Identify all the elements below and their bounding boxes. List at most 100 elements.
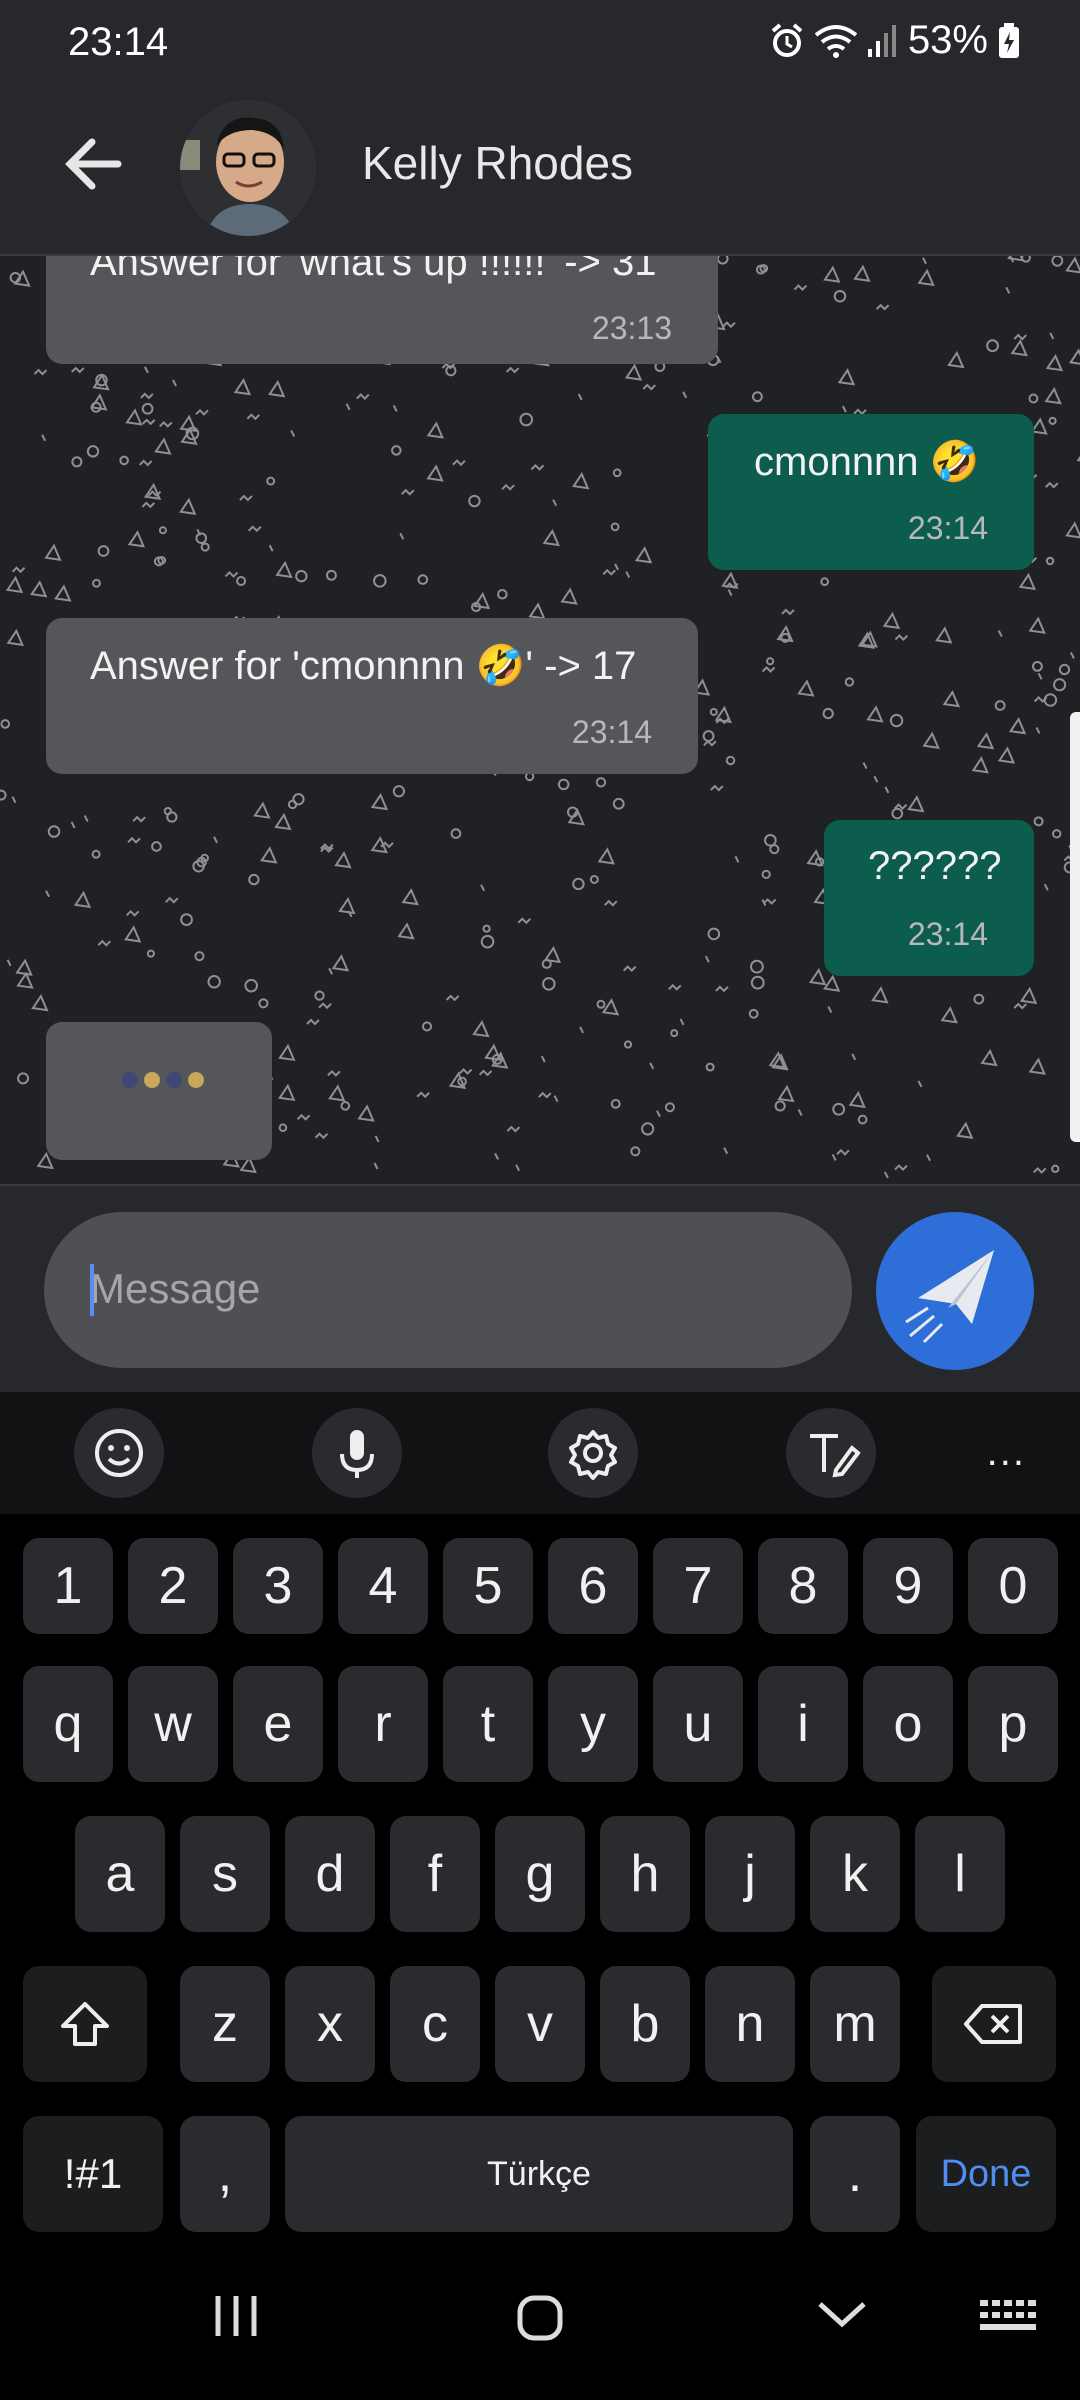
key-8[interactable]: 8 bbox=[758, 1538, 848, 1634]
shift-icon bbox=[61, 2002, 109, 2046]
key-a[interactable]: a bbox=[75, 1816, 165, 1932]
key-s[interactable]: s bbox=[180, 1816, 270, 1932]
voice-input-button[interactable] bbox=[312, 1408, 402, 1498]
message-time: 23:14 bbox=[907, 510, 988, 546]
key-w[interactable]: w bbox=[128, 1666, 218, 1782]
period-key[interactable]: . bbox=[810, 2116, 900, 2232]
message-input-container[interactable] bbox=[44, 1212, 852, 1368]
key-n[interactable]: n bbox=[705, 1966, 795, 2082]
pattern-doodle bbox=[6, 628, 25, 647]
contact-name[interactable]: Kelly Rhodes bbox=[362, 136, 633, 190]
backspace-key[interactable] bbox=[932, 1966, 1056, 2082]
pattern-doodle bbox=[833, 289, 847, 303]
message-input[interactable] bbox=[88, 1258, 792, 1320]
pattern-doodle bbox=[195, 532, 208, 544]
space-key[interactable]: Türkçe bbox=[285, 2116, 793, 2232]
keyboard-settings-button[interactable] bbox=[548, 1408, 638, 1498]
pattern-doodle bbox=[11, 566, 26, 574]
pattern-doodle bbox=[144, 366, 149, 374]
key-l[interactable]: l bbox=[915, 1816, 1005, 1932]
key-z[interactable]: z bbox=[180, 1966, 270, 2082]
pattern-doodle bbox=[774, 1100, 786, 1112]
chat-area[interactable]: Answer for 'what's up !!!!!!' -> 31 23:1… bbox=[0, 256, 1080, 1184]
recent-apps-icon[interactable] bbox=[206, 2288, 266, 2344]
key-d[interactable]: d bbox=[285, 1816, 375, 1932]
pattern-doodle bbox=[540, 1055, 546, 1063]
done-key[interactable]: Done bbox=[916, 2116, 1056, 2232]
key-6[interactable]: 6 bbox=[548, 1538, 638, 1634]
pattern-doodle bbox=[73, 890, 92, 909]
key-x[interactable]: x bbox=[285, 1966, 375, 2082]
emoji-button[interactable] bbox=[74, 1408, 164, 1498]
key-2[interactable]: 2 bbox=[128, 1538, 218, 1634]
key-5[interactable]: 5 bbox=[443, 1538, 533, 1634]
key-f[interactable]: f bbox=[390, 1816, 480, 1932]
hide-keyboard-icon[interactable] bbox=[812, 2294, 872, 2334]
key-i[interactable]: i bbox=[758, 1666, 848, 1782]
key-4[interactable]: 4 bbox=[338, 1538, 428, 1634]
comma-key[interactable]: , bbox=[180, 2116, 270, 2232]
pattern-doodle bbox=[370, 835, 388, 854]
handwriting-button[interactable] bbox=[786, 1408, 876, 1498]
key-u[interactable]: u bbox=[653, 1666, 743, 1782]
message-outgoing[interactable]: ?????? 23:14 bbox=[824, 820, 1034, 976]
key-j[interactable]: j bbox=[705, 1816, 795, 1932]
pattern-doodle bbox=[560, 587, 578, 605]
pattern-doodle bbox=[882, 611, 901, 630]
key-m[interactable]: m bbox=[810, 1966, 900, 2082]
pattern-doodle bbox=[41, 434, 47, 442]
key-e[interactable]: e bbox=[233, 1666, 323, 1782]
contact-avatar[interactable] bbox=[180, 100, 316, 236]
key-b[interactable]: b bbox=[600, 1966, 690, 2082]
key-g[interactable]: g bbox=[495, 1816, 585, 1932]
home-icon[interactable] bbox=[510, 2288, 570, 2348]
pattern-doodle bbox=[338, 896, 356, 915]
key-1[interactable]: 1 bbox=[23, 1538, 113, 1634]
shift-key[interactable] bbox=[23, 1966, 147, 2082]
pattern-doodle bbox=[844, 677, 855, 687]
pattern-doodle bbox=[0, 789, 7, 801]
typing-dot bbox=[166, 1072, 182, 1088]
keyboard-switch-icon[interactable] bbox=[978, 2296, 1040, 2336]
key-c[interactable]: c bbox=[390, 1966, 480, 2082]
key-h[interactable]: h bbox=[600, 1816, 690, 1932]
key-3[interactable]: 3 bbox=[233, 1538, 323, 1634]
key-0[interactable]: 0 bbox=[968, 1538, 1058, 1634]
symbols-key[interactable]: !#1 bbox=[23, 2116, 163, 2232]
pattern-doodle bbox=[1051, 1164, 1060, 1174]
key-y[interactable]: y bbox=[548, 1666, 638, 1782]
key-k[interactable]: k bbox=[810, 1816, 900, 1932]
key-o[interactable]: o bbox=[863, 1666, 953, 1782]
pattern-doodle bbox=[679, 1018, 685, 1026]
pattern-doodle bbox=[837, 368, 856, 386]
pattern-doodle bbox=[723, 1147, 729, 1155]
pattern-doodle bbox=[715, 985, 729, 993]
pattern-doodle bbox=[278, 1083, 296, 1102]
key-p[interactable]: p bbox=[968, 1666, 1058, 1782]
message-incoming[interactable]: Answer for 'cmonnnn 🤣' -> 17 23:14 bbox=[46, 618, 698, 774]
send-button[interactable] bbox=[876, 1212, 1034, 1370]
key-7[interactable]: 7 bbox=[653, 1538, 743, 1634]
pattern-doodle bbox=[482, 924, 491, 933]
pattern-doodle bbox=[141, 501, 156, 509]
key-t[interactable]: t bbox=[443, 1666, 533, 1782]
key-v[interactable]: v bbox=[495, 1966, 585, 2082]
key-9[interactable]: 9 bbox=[863, 1538, 953, 1634]
pattern-doodle bbox=[165, 896, 179, 904]
pattern-doodle bbox=[734, 855, 740, 863]
pattern-doodle bbox=[797, 1108, 803, 1116]
more-icon[interactable]: ... bbox=[987, 1430, 1026, 1475]
scrollbar[interactable] bbox=[1070, 712, 1080, 1142]
back-arrow-icon[interactable] bbox=[56, 126, 132, 202]
key-q[interactable]: q bbox=[23, 1666, 113, 1782]
pattern-doodle bbox=[125, 909, 140, 917]
key-r[interactable]: r bbox=[338, 1666, 428, 1782]
pattern-doodle bbox=[480, 884, 486, 892]
pattern-doodle bbox=[781, 608, 795, 616]
status-icons: 53% bbox=[770, 18, 1020, 63]
pattern-doodle bbox=[123, 925, 142, 943]
pattern-doodle bbox=[334, 851, 352, 869]
pattern-doodle bbox=[530, 463, 545, 471]
message-outgoing[interactable]: cmonnnn 🤣 23:14 bbox=[708, 414, 1034, 570]
message-incoming[interactable]: Answer for 'what's up !!!!!!' -> 31 23:1… bbox=[46, 256, 718, 364]
